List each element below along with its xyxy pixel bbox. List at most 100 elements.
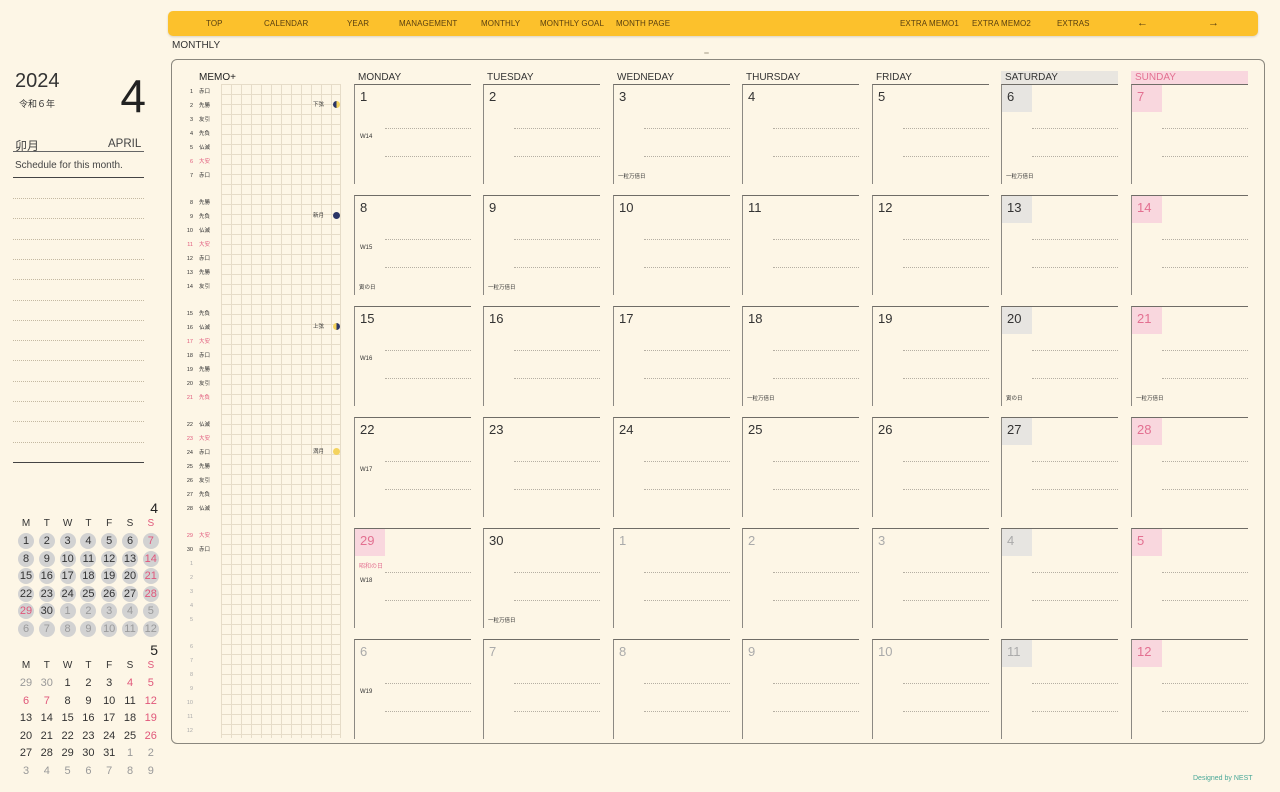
day-cell[interactable]: 7 (483, 639, 600, 739)
day-cell[interactable]: 21 一粒万倍日 (1131, 306, 1248, 406)
schedule-line[interactable] (13, 279, 144, 281)
mini-day[interactable]: 30 (37, 603, 57, 620)
nav-item-extra-memo1[interactable]: EXTRA MEMO1 (900, 11, 959, 36)
day-cell[interactable]: 12 (872, 195, 989, 295)
mini-day[interactable]: 20 (16, 728, 36, 745)
day-cell[interactable]: 28 (1131, 417, 1248, 517)
mini-day[interactable]: 3 (16, 763, 36, 780)
mini-day[interactable]: 15 (58, 710, 78, 727)
day-cell[interactable]: 2 (483, 84, 600, 184)
mini-day[interactable]: 22 (58, 728, 78, 745)
mini-day[interactable]: 12 (141, 693, 161, 710)
mini-day[interactable]: 29 (16, 675, 36, 692)
nav-item-top[interactable]: TOP (206, 11, 223, 36)
nav-item-extras[interactable]: EXTRAS (1057, 11, 1090, 36)
day-cell[interactable]: 2 (742, 528, 859, 628)
mini-day[interactable]: 18 (78, 568, 98, 585)
mini-day[interactable]: 11 (120, 693, 140, 710)
day-cell[interactable]: 3 (872, 528, 989, 628)
mini-day[interactable]: 12 (141, 621, 161, 638)
mini-day[interactable]: 2 (141, 745, 161, 762)
mini-day[interactable]: 25 (78, 585, 98, 603)
mini-day[interactable]: 7 (141, 533, 161, 550)
day-cell[interactable]: 30 一粒万倍日 (483, 528, 600, 628)
mini-day[interactable]: 10 (99, 621, 119, 638)
memo-grid-area[interactable] (221, 84, 341, 738)
mini-day[interactable]: 26 (141, 728, 161, 745)
mini-day[interactable]: 21 (37, 728, 57, 745)
day-cell[interactable]: 19 (872, 306, 989, 406)
day-cell[interactable]: 10 (872, 639, 989, 739)
mini-day[interactable]: 28 (141, 585, 161, 603)
nav-item-monthly-goal[interactable]: MONTHLY GOAL (540, 11, 604, 36)
mini-day[interactable]: 6 (16, 693, 36, 710)
schedule-line[interactable] (13, 401, 144, 402)
day-cell[interactable]: 9 (742, 639, 859, 739)
day-cell[interactable]: 4 (1001, 528, 1118, 628)
mini-day[interactable]: 30 (37, 675, 57, 692)
schedule-line[interactable] (13, 218, 144, 220)
mini-day[interactable]: 9 (141, 763, 161, 780)
nav-item-extra-memo2[interactable]: EXTRA MEMO2 (972, 11, 1031, 36)
mini-day[interactable]: 7 (99, 763, 119, 780)
mini-day[interactable]: 14 (141, 550, 161, 568)
mini-day[interactable]: 19 (141, 710, 161, 727)
mini-day[interactable]: 27 (16, 745, 36, 762)
day-cell[interactable]: 22 W17 (354, 417, 471, 517)
day-cell[interactable]: 1 W14 (354, 84, 471, 184)
day-cell[interactable]: 9 一粒万倍日 (483, 195, 600, 295)
nav-item-year[interactable]: YEAR (347, 11, 369, 36)
mini-day[interactable]: 29 (58, 745, 78, 762)
schedule-line[interactable] (13, 258, 144, 260)
mini-day[interactable]: 12 (99, 550, 119, 568)
mini-day[interactable]: 16 (78, 710, 98, 727)
day-cell[interactable]: 6 一粒万倍日 (1001, 84, 1118, 184)
mini-day[interactable]: 2 (78, 603, 98, 620)
mini-day[interactable]: 2 (37, 533, 57, 550)
mini-day[interactable]: 7 (37, 693, 57, 710)
day-cell[interactable]: 13 (1001, 195, 1118, 295)
mini-day[interactable]: 4 (78, 533, 98, 550)
day-cell[interactable]: 12 (1131, 639, 1248, 739)
schedule-line[interactable] (13, 238, 144, 240)
mini-day[interactable]: 8 (16, 550, 36, 568)
day-cell[interactable]: 8 (613, 639, 730, 739)
schedule-line[interactable] (13, 380, 144, 382)
mini-day[interactable]: 16 (37, 568, 57, 585)
day-cell[interactable]: 17 (613, 306, 730, 406)
day-cell[interactable]: 10 (613, 195, 730, 295)
day-cell[interactable]: 11 (742, 195, 859, 295)
mini-day[interactable]: 2 (78, 675, 98, 692)
day-cell[interactable]: 27 (1001, 417, 1118, 517)
mini-day[interactable]: 13 (120, 550, 140, 568)
day-cell[interactable]: 11 (1001, 639, 1118, 739)
day-cell[interactable]: 18 一粒万倍日 (742, 306, 859, 406)
day-cell[interactable]: 29 W18 昭和の日 (354, 528, 471, 628)
mini-day[interactable]: 15 (16, 568, 36, 585)
mini-day[interactable]: 18 (120, 710, 140, 727)
mini-day[interactable]: 1 (58, 675, 78, 692)
mini-day[interactable]: 4 (120, 603, 140, 620)
mini-day[interactable]: 17 (58, 568, 78, 585)
day-cell[interactable]: 14 (1131, 195, 1248, 295)
mini-day[interactable]: 17 (99, 710, 119, 727)
nav-item-month-page[interactable]: MONTH PAGE (616, 11, 670, 36)
mini-day[interactable]: 6 (120, 533, 140, 550)
mini-day[interactable]: 26 (99, 585, 119, 603)
mini-day[interactable]: 8 (58, 621, 78, 638)
mini-day[interactable]: 9 (78, 621, 98, 638)
day-cell[interactable]: 23 (483, 417, 600, 517)
mini-day[interactable]: 3 (99, 675, 119, 692)
mini-day[interactable]: 3 (99, 603, 119, 620)
mini-day[interactable]: 13 (16, 710, 36, 727)
mini-day[interactable]: 9 (37, 550, 57, 568)
day-cell[interactable]: 24 (613, 417, 730, 517)
nav-item-management[interactable]: MANAGEMENT (399, 11, 457, 36)
mini-day[interactable]: 6 (16, 621, 36, 638)
schedule-line[interactable] (13, 198, 144, 199)
mini-day[interactable]: 1 (16, 533, 36, 550)
mini-day[interactable]: 20 (120, 568, 140, 585)
schedule-line[interactable] (13, 421, 144, 423)
day-cell[interactable]: 8 W15 寅の日 (354, 195, 471, 295)
mini-day[interactable]: 4 (37, 763, 57, 780)
